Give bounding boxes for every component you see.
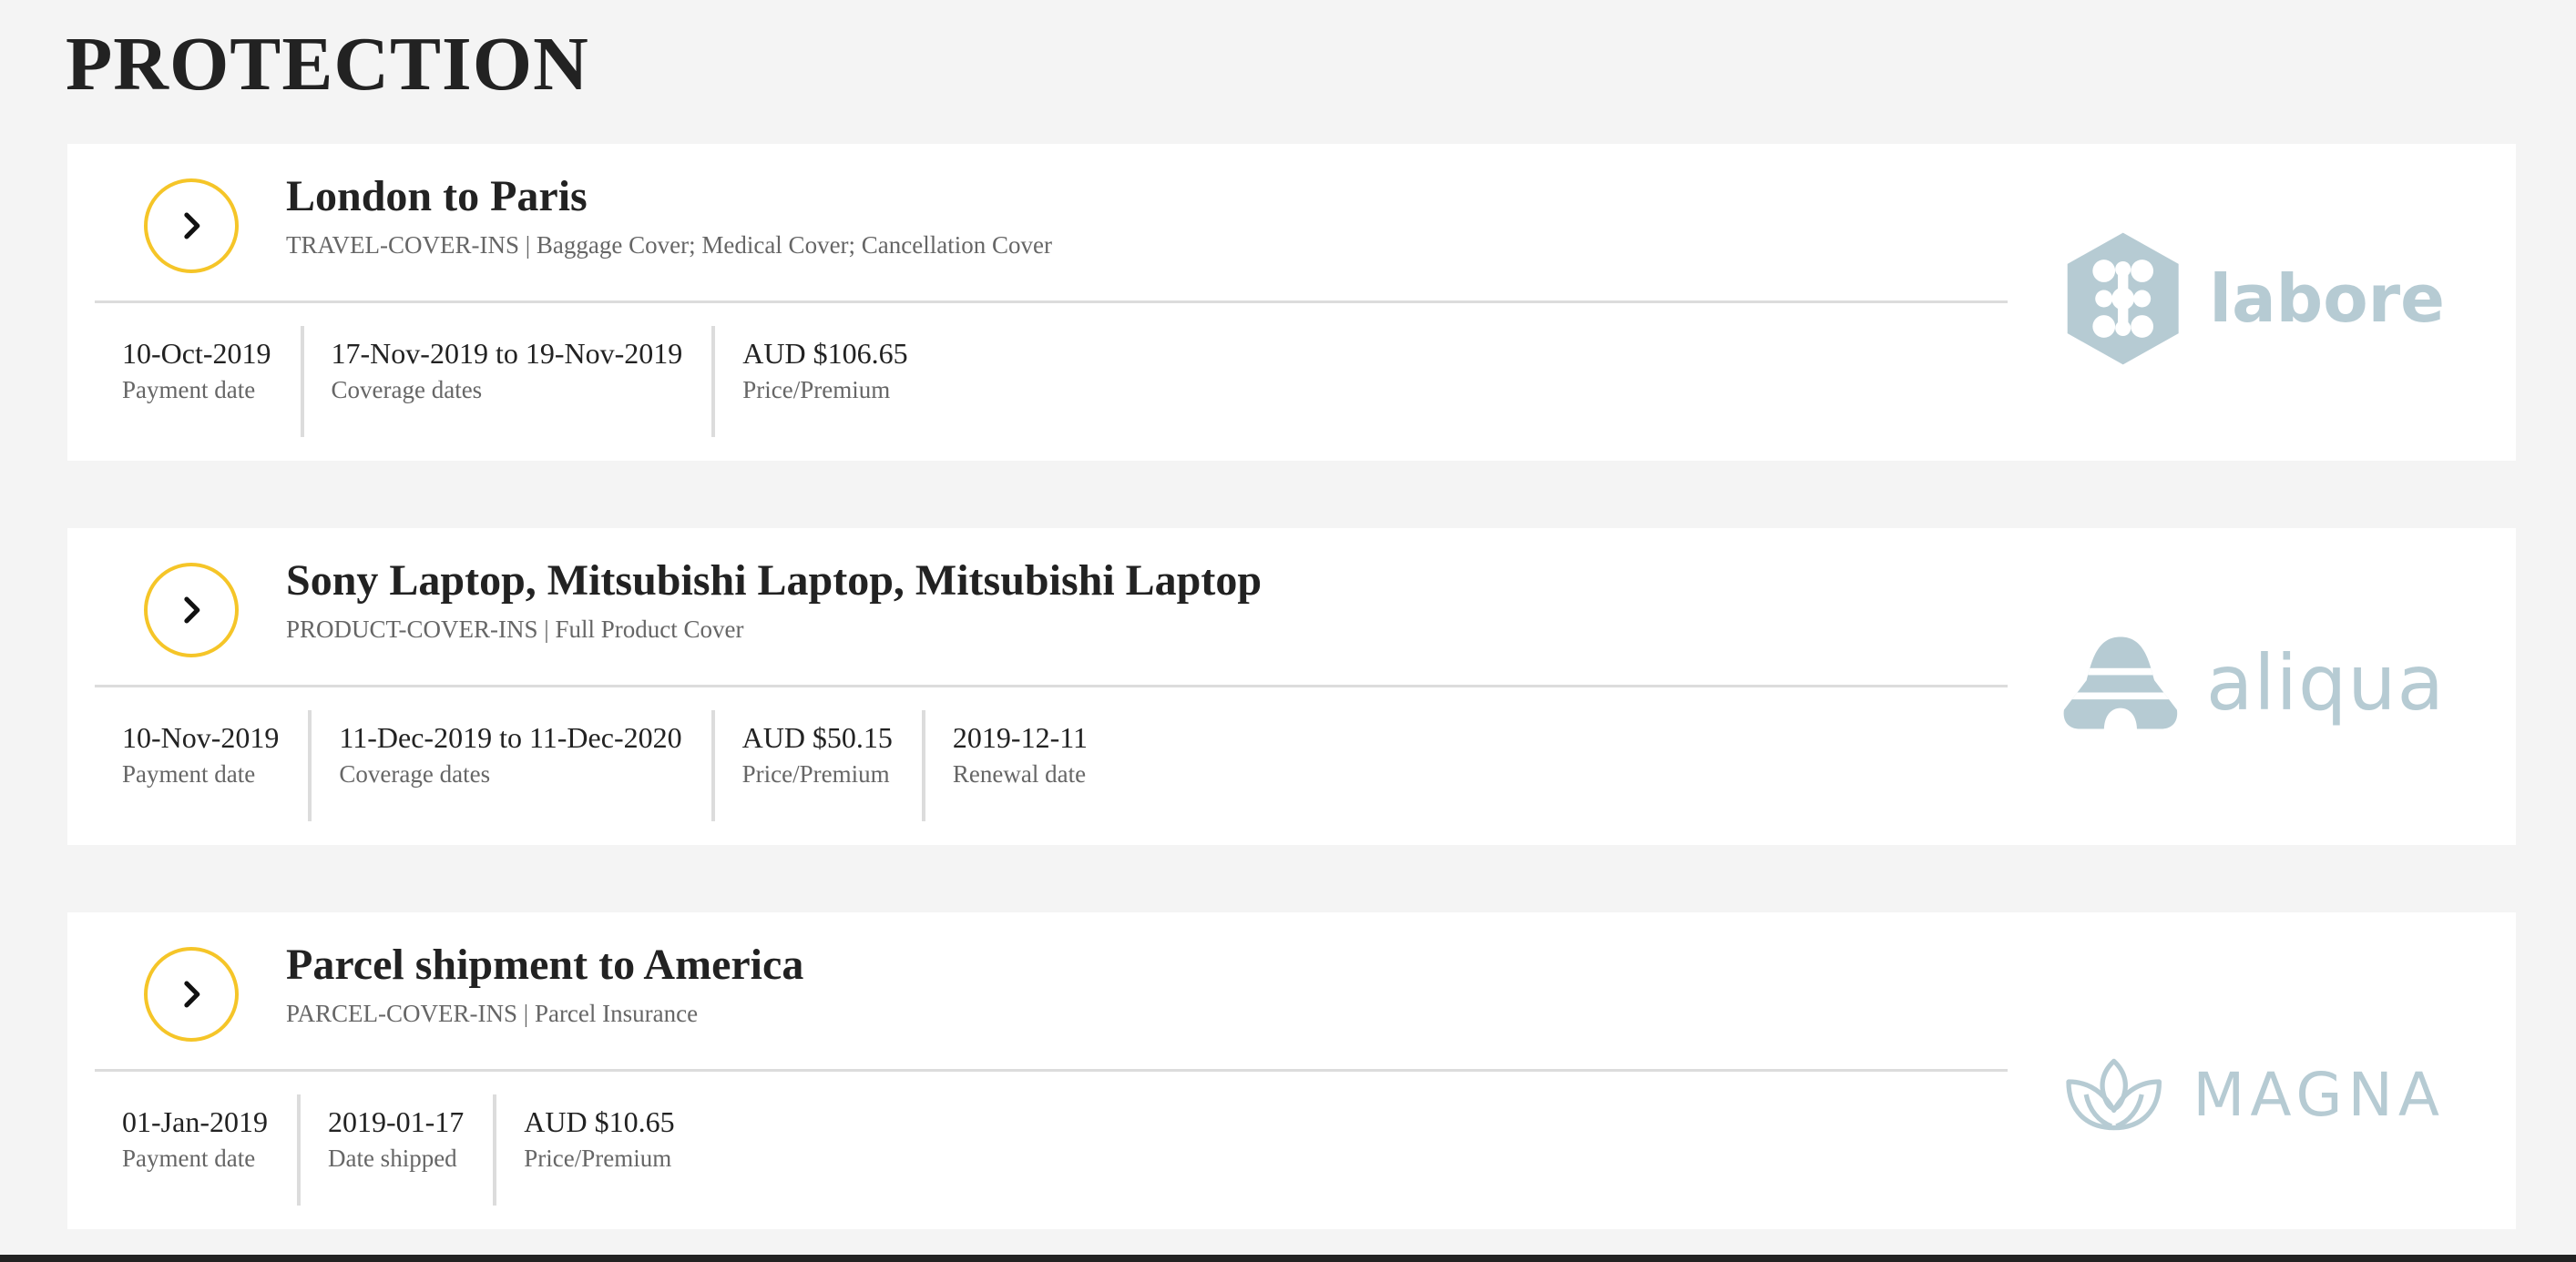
detail-label: Renewal date [952, 760, 1087, 788]
detail-price: AUD $50.15 Price/Premium [715, 710, 925, 821]
detail-payment-date: 10-Nov-2019 Payment date [95, 710, 312, 821]
policy-title: Parcel shipment to America [286, 941, 804, 989]
policy-title: Sony Laptop, Mitsubishi Laptop, Mitsubis… [286, 556, 1262, 605]
page-title: PROTECTION [66, 22, 589, 107]
detail-label: Date shipped [327, 1145, 457, 1172]
detail-payment-date: 10-Oct-2019 Payment date [95, 326, 304, 437]
policy-subtitle: PRODUCT-COVER-INS | Full Product Cover [286, 616, 744, 643]
chevron-right-icon [184, 212, 200, 239]
policy-details: 10-Oct-2019 Payment date 17-Nov-2019 to … [95, 326, 937, 437]
hexagon-cells-logo-icon [2067, 232, 2179, 365]
insurer-logo: MAGNA [2062, 1013, 2445, 1176]
detail-value: AUD $50.15 [741, 721, 893, 754]
detail-price: AUD $10.65 Price/Premium [496, 1094, 703, 1206]
policy-card[interactable]: London to Paris TRAVEL-COVER-INS | Bagga… [67, 144, 2516, 461]
insurer-logo-name: labore [2209, 260, 2445, 337]
insurer-logo: labore [2062, 217, 2445, 381]
detail-value: 10-Oct-2019 [122, 337, 271, 370]
lotus-logo-icon [2066, 1058, 2162, 1131]
insurer-logo-name: MAGNA [2193, 1059, 2445, 1130]
detail-value: AUD $106.65 [742, 337, 908, 370]
striped-dome-logo-icon [2063, 636, 2178, 729]
detail-value: AUD $10.65 [524, 1105, 675, 1138]
detail-label: Coverage dates [331, 376, 483, 403]
divider [95, 1069, 2008, 1072]
detail-value: 2019-12-11 [952, 721, 1089, 754]
detail-coverage-dates: 17-Nov-2019 to 19-Nov-2019 Coverage date… [304, 326, 716, 437]
chevron-right-icon [184, 596, 200, 624]
detail-value: 10-Nov-2019 [122, 721, 280, 754]
divider [95, 300, 2008, 303]
policy-subtitle: PARCEL-COVER-INS | Parcel Insurance [286, 1000, 699, 1027]
policy-card[interactable]: Sony Laptop, Mitsubishi Laptop, Mitsubis… [67, 528, 2516, 845]
open-policy-button[interactable] [144, 178, 239, 273]
detail-label: Price/Premium [742, 376, 891, 403]
policy-card[interactable]: Parcel shipment to America PARCEL-COVER-… [67, 912, 2516, 1229]
detail-value: 2019-01-17 [327, 1105, 465, 1138]
detail-label: Payment date [122, 760, 256, 788]
detail-value: 01-Jan-2019 [122, 1105, 268, 1138]
policy-details: 10-Nov-2019 Payment date 11-Dec-2019 to … [95, 710, 1117, 821]
insurer-logo: aliqua [2062, 601, 2445, 765]
open-policy-button[interactable] [144, 563, 239, 657]
detail-renewal-date: 2019-12-11 Renewal date [925, 710, 1117, 821]
detail-date-shipped: 2019-01-17 Date shipped [301, 1094, 497, 1206]
detail-label: Payment date [122, 1145, 256, 1172]
insurer-logo-name: aliqua [2205, 638, 2445, 728]
divider [95, 685, 2008, 687]
detail-label: Price/Premium [741, 760, 890, 788]
detail-value: 17-Nov-2019 to 19-Nov-2019 [331, 337, 683, 370]
detail-label: Coverage dates [339, 760, 491, 788]
detail-value: 11-Dec-2019 to 11-Dec-2020 [339, 721, 682, 754]
bottom-edge-bar [0, 1255, 2576, 1262]
detail-coverage-dates: 11-Dec-2019 to 11-Dec-2020 Coverage date… [312, 710, 715, 821]
detail-price: AUD $106.65 Price/Premium [715, 326, 936, 437]
policy-subtitle: TRAVEL-COVER-INS | Baggage Cover; Medica… [286, 231, 1052, 259]
chevron-right-icon [184, 981, 200, 1008]
policy-title: London to Paris [286, 172, 588, 220]
open-policy-button[interactable] [144, 947, 239, 1042]
detail-payment-date: 01-Jan-2019 Payment date [95, 1094, 301, 1206]
detail-label: Payment date [122, 376, 256, 403]
policy-details: 01-Jan-2019 Payment date 2019-01-17 Date… [95, 1094, 704, 1206]
detail-label: Price/Premium [524, 1145, 672, 1172]
